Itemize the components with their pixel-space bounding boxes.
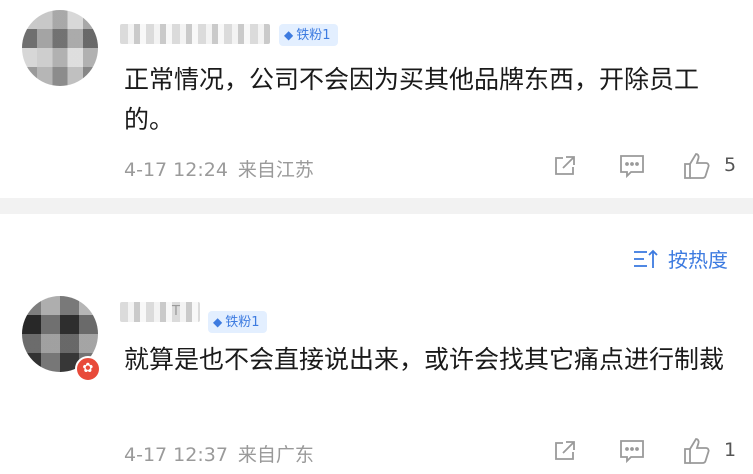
- like-icon[interactable]: [682, 151, 712, 185]
- comment-item: ✿ T ◆ 铁粉1 就算是也不会直接说出来，或许会找其它痛点进行制裁 4-17 1…: [0, 290, 753, 474]
- share-icon[interactable]: [552, 153, 578, 183]
- section-divider: [0, 198, 753, 214]
- comment-text: 就算是也不会直接说出来，或许会找其它痛点进行制裁: [124, 345, 725, 374]
- fan-badge[interactable]: ◆ 铁粉1: [208, 311, 267, 333]
- reply-icon[interactable]: [618, 438, 646, 468]
- verified-badge-icon: ✿: [75, 356, 101, 382]
- fan-badge-label: 铁粉1: [296, 28, 331, 43]
- comment-location: 来自江苏: [237, 159, 314, 181]
- like-count: 1: [724, 439, 737, 461]
- fan-badge-label: 铁粉1: [225, 315, 260, 330]
- sort-icon: [632, 248, 660, 275]
- comment-text: 正常情况，公司不会因为买其他品牌东西，开除员工的。: [124, 65, 700, 134]
- avatar[interactable]: [22, 10, 98, 86]
- like-icon[interactable]: [682, 436, 712, 470]
- comment-item: ◆ 铁粉1 正常情况，公司不会因为买其他品牌东西，开除员工的。 4-17 12:2…: [0, 0, 753, 200]
- comment-time: 4-17 12:37: [124, 444, 228, 466]
- diamond-icon: ◆: [213, 315, 223, 329]
- username-blurred[interactable]: [120, 302, 200, 322]
- reply-icon[interactable]: [618, 153, 646, 183]
- diamond-icon: ◆: [284, 28, 294, 42]
- sort-label: 按热度: [668, 248, 728, 272]
- like-count: 5: [724, 154, 737, 176]
- comment-location: 来自广东: [237, 444, 314, 466]
- share-icon[interactable]: [552, 438, 578, 468]
- comment-time: 4-17 12:24: [124, 159, 228, 181]
- fan-badge[interactable]: ◆ 铁粉1: [279, 24, 338, 46]
- comment-meta: 4-17 12:24 来自江苏: [124, 155, 314, 182]
- username-tail: T: [172, 304, 180, 319]
- username-blurred[interactable]: [120, 24, 270, 44]
- comment-meta: 4-17 12:37 来自广东: [124, 440, 314, 467]
